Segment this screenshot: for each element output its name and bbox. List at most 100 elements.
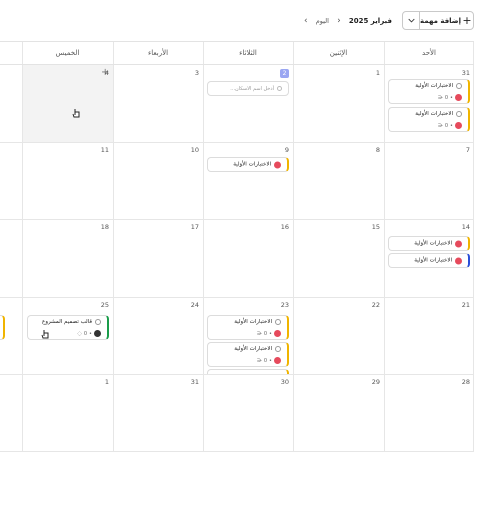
comment-icon: ◌ (77, 330, 82, 337)
task-title: الاختبارات الأولية (234, 346, 272, 352)
day-number: 23 (280, 301, 289, 309)
task-title: الاختبارات الأولية (233, 161, 271, 168)
day-cell[interactable]: 3 (113, 65, 203, 142)
circle-check-icon[interactable] (456, 83, 462, 89)
weekday-header-monday: الإثنين (329, 49, 348, 57)
avatar (94, 330, 101, 337)
day-cell[interactable]: 16 (203, 219, 293, 297)
task-card[interactable]: الاختبارات الأولية (388, 236, 470, 251)
subtask-count: 0 (263, 330, 268, 337)
task-title: الاختبارات الأولية (234, 319, 272, 325)
day-cell[interactable]: 7 (384, 142, 474, 219)
day-cell[interactable]: 15 (293, 219, 384, 297)
add-task-dropdown-toggle[interactable] (403, 12, 420, 29)
circle-icon (277, 86, 282, 91)
column-divider (203, 42, 204, 64)
day-cell[interactable]: 2 (203, 65, 293, 142)
day-cell[interactable]: 29 (293, 374, 384, 451)
day-number: 21 (461, 301, 470, 309)
task-card[interactable]: قالب تصميم المشروع • 0 ◌ (27, 315, 109, 340)
day-cell[interactable]: 10 (113, 142, 203, 219)
task-card[interactable]: الاختبارات الأولية • 0 ⋲ (207, 315, 289, 340)
dot-separator: • (89, 330, 92, 337)
new-task-input[interactable]: أدخل اسم الاسكان... (207, 81, 289, 96)
column-divider (293, 42, 294, 64)
day-number: 18 (100, 223, 109, 231)
today-button[interactable]: اليوم (316, 17, 329, 25)
day-number: 1 (375, 69, 380, 77)
day-cell[interactable]: 9 (203, 142, 293, 219)
add-task-label: إضافة مهمة (420, 16, 461, 25)
task-card-partial[interactable] (0, 315, 5, 340)
avatar (274, 330, 281, 337)
new-task-placeholder: أدخل اسم الاسكان... (230, 85, 274, 92)
subtask-count: 0 (444, 94, 449, 101)
day-cell[interactable]: 1 (22, 374, 113, 451)
day-number: 7 (465, 146, 470, 154)
avatar (274, 357, 281, 364)
task-card-partial[interactable] (207, 369, 289, 374)
task-card[interactable]: الاختبارات الأولية • 0 ⋲ (207, 342, 289, 367)
subtask-icon: ⋲ (437, 94, 443, 101)
day-cell[interactable]: 11 (22, 142, 113, 219)
day-number: 10 (190, 146, 199, 154)
plus-icon: + (462, 14, 472, 27)
weekday-header-row: الأحد الإثنين الثلاثاء الأربعاء الخميس (0, 41, 474, 65)
circle-check-icon[interactable] (95, 319, 101, 325)
task-card[interactable]: الاختبارات الأولية (388, 253, 470, 268)
calendar-grid: + 31 1 2 3 4 7 8 9 10 11 14 15 16 17 18 … (0, 65, 474, 452)
day-number: 8 (375, 146, 380, 154)
day-cell[interactable]: 17 (113, 219, 203, 297)
task-card[interactable]: الاختبارات الأولية • 0 ⋲ (388, 107, 470, 132)
day-number: 3 (194, 69, 199, 77)
day-number: 22 (371, 301, 380, 309)
subtask-count: 0 (263, 357, 268, 364)
weekday-header-tuesday: الثلاثاء (239, 49, 257, 57)
circle-check-icon[interactable] (275, 319, 281, 325)
day-cell[interactable]: 24 (113, 297, 203, 374)
day-cell[interactable]: 4 (22, 65, 113, 142)
hand-cursor-icon (41, 330, 49, 339)
day-cell[interactable]: 31 (113, 374, 203, 451)
avatar (274, 161, 281, 168)
date-navigation: ‹ اليوم › فبراير 2025 (302, 14, 392, 28)
day-number: 4 (104, 69, 109, 77)
task-card[interactable]: الاختبارات الأولية (207, 157, 289, 172)
day-cell[interactable]: 21 (384, 297, 474, 374)
task-title: الاختبارات الأولية (415, 83, 453, 89)
dot-separator: • (450, 94, 453, 101)
weekday-header-sunday: الأحد (422, 49, 436, 57)
current-month-title: فبراير 2025 (348, 17, 392, 25)
day-number: 25 (100, 301, 109, 309)
day-cell[interactable]: 30 (203, 374, 293, 451)
add-task-button[interactable]: إضافة مهمة + (402, 11, 474, 30)
dot-separator: • (450, 122, 453, 129)
column-divider (473, 42, 474, 64)
weekday-header-wednesday: الأربعاء (147, 49, 169, 57)
chevron-left-icon[interactable]: ‹ (302, 16, 310, 26)
day-number: 15 (371, 223, 380, 231)
today-day-number: 2 (280, 69, 289, 78)
weekday-header-thursday: الخميس (55, 49, 80, 57)
task-title: الاختبارات الأولية (414, 240, 452, 247)
column-divider (384, 42, 385, 64)
day-number: 9 (284, 146, 289, 154)
subtask-icon: ⋲ (256, 330, 262, 337)
avatar (455, 257, 462, 264)
task-title: الاختبارات الأولية (414, 257, 452, 264)
task-card[interactable]: الاختبارات الأولية • 0 ⋲ (388, 79, 470, 104)
day-number: 17 (190, 223, 199, 231)
day-cell[interactable]: 22 (293, 297, 384, 374)
day-cell[interactable]: 1 (293, 65, 384, 142)
toolbar: إضافة مهمة + ‹ اليوم › فبراير 2025 (0, 0, 486, 42)
day-number: 28 (461, 378, 470, 386)
circle-check-icon[interactable] (275, 346, 281, 352)
chevron-right-icon[interactable]: › (335, 16, 343, 26)
day-number: 29 (371, 378, 380, 386)
column-divider (113, 42, 114, 64)
day-number: 14 (461, 223, 470, 231)
day-cell[interactable]: 18 (22, 219, 113, 297)
day-cell[interactable]: 28 (384, 374, 474, 451)
day-cell[interactable]: 8 (293, 142, 384, 219)
circle-check-icon[interactable] (456, 111, 462, 117)
